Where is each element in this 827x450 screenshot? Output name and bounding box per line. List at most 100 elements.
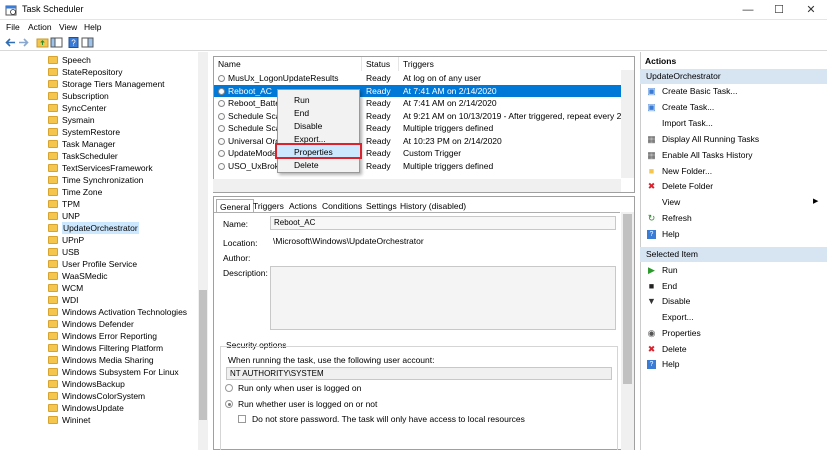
task-clock-icon [218,112,225,120]
action-label: Import Task... [662,117,713,128]
tree-item-label: TPM [62,199,80,209]
action-label: Enable All Tasks History [662,149,753,160]
context-menu-run[interactable]: Run [294,95,310,105]
folder-icon [48,320,58,328]
folder-icon [48,212,58,220]
folder-icon [48,404,58,412]
actions-section-selected-item[interactable]: Selected Item [640,247,827,262]
create-basic-task-icon: ▣ [647,86,656,96]
context-menu-export[interactable]: Export... [294,134,326,144]
column-header-name[interactable]: Name [214,57,362,71]
tree-item-label: USB [62,247,80,257]
help-book-icon[interactable]: ? [67,36,80,49]
task-clock-icon [218,162,225,170]
tree-item-label: Sysmain [62,115,95,125]
table-row[interactable]: Reboot_Batte Ready At 7:41 AM on 2/14/2020 [214,97,622,110]
tree-item-label: User Profile Service [62,259,138,269]
disable-icon: ▼ [647,296,656,307]
tab-actions[interactable]: Actions [286,199,320,213]
do-not-store-password-checkbox[interactable] [238,415,246,423]
details-scrollbar-thumb[interactable] [623,214,632,384]
tab-triggers[interactable]: Triggers [250,199,287,213]
up-folder-icon[interactable] [36,36,49,49]
tree-scrollbar-thumb[interactable] [199,290,207,420]
view-icon [647,198,656,207]
action-label: View [662,197,681,208]
task-status: Ready [366,160,391,171]
folder-icon [48,56,58,64]
tab-conditions[interactable]: Conditions [319,199,365,213]
folder-icon [48,200,58,208]
task-status: Ready [366,85,391,96]
folder-icon [48,224,58,232]
account-field: NT AUTHORITY\SYSTEM [226,367,612,380]
column-header-status[interactable]: Status [362,57,399,71]
tree-item-label: Time Zone [62,187,103,197]
import-icon [647,119,656,128]
folder-icon [48,248,58,256]
table-row[interactable]: MusUx_LogonUpdateResults Ready At log on o… [214,72,622,85]
tree-item-label: Windows Subsystem For Linux [62,367,179,377]
folder-icon [48,416,58,424]
menu-file[interactable]: File [6,22,20,32]
tree-item-label: Windows Filtering Platform [62,343,164,353]
window-title: Task Scheduler [22,4,84,14]
context-menu-disable[interactable]: Disable [294,121,322,131]
maximize-icon[interactable]: ☐ [764,0,794,20]
tree-item-label: StateRepository [62,67,123,77]
run-when-logged-on-radio[interactable] [225,384,233,392]
location-value: \Microsoft\Windows\UpdateOrchestrator [273,236,424,246]
back-arrow-icon[interactable] [4,36,17,49]
tree-item-label: SyncCenter [62,103,107,113]
folder-icon [48,260,58,268]
context-menu-delete[interactable]: Delete [294,160,319,170]
context-menu-properties[interactable]: Properties [294,147,333,157]
tree-item-label: WaaSMedic [62,271,108,281]
table-row[interactable]: Schedule Sca Ready At 9:21 AM on 10/13/201… [214,110,622,123]
action-label: End [662,280,678,291]
forward-arrow-icon[interactable] [17,36,30,49]
show-action-pane-icon[interactable] [81,36,94,49]
table-row[interactable]: USO_UxBroke Ready Multiple triggers define… [214,160,622,173]
menu-action[interactable]: Action [28,22,52,32]
action-label: Run [662,265,678,275]
menu-view[interactable]: View [59,22,77,32]
show-hide-console-tree-icon[interactable] [50,36,63,49]
toolbar: ? [0,34,827,51]
task-status: Ready [366,135,391,146]
action-label: New Folder... [662,165,713,176]
folder-icon [48,392,58,400]
actions-section-updateorchestrator[interactable]: UpdateOrchestrator [640,69,827,84]
tree-item-label: UPnP [62,235,85,245]
folder-icon [48,356,58,364]
table-row[interactable]: Schedule Sca Ready Multiple triggers defin… [214,122,622,135]
name-field[interactable]: Reboot_AC [270,216,616,230]
close-icon[interactable]: ✕ [796,0,826,20]
action-label: Properties [662,327,701,338]
folder-icon [48,380,58,388]
table-row[interactable]: Reboot_AC Ready At 7:41 AM on 2/14/2020 [214,84,622,97]
tab-history[interactable]: History (disabled) [397,199,469,213]
run-whether-logged-on-radio[interactable] [225,400,233,408]
action-label: Delete [662,343,687,354]
folder-icon [48,176,58,184]
minimize-icon[interactable]: — [733,0,763,20]
task-list-horizontal-scrollbar[interactable] [213,179,621,192]
description-field[interactable] [270,266,616,330]
context-menu-end[interactable]: End [294,108,309,118]
delete-icon: ✖ [647,181,656,192]
account-prompt: When running the task, use the following… [228,355,435,365]
tab-general[interactable]: General [216,199,255,213]
folder-icon [48,272,58,280]
folder-icon [48,80,58,88]
column-header-triggers[interactable]: Triggers [399,57,622,71]
task-clock-icon [218,125,225,132]
action-label: Delete Folder [662,181,714,192]
tree-item-label: TextServicesFramework [62,163,153,173]
help-icon: ? [647,230,656,240]
tab-settings[interactable]: Settings [363,199,400,213]
task-status: Ready [366,148,391,158]
create-task-icon: ▣ [647,101,656,112]
task-list-vertical-scrollbar[interactable] [621,70,634,178]
menu-help[interactable]: Help [84,22,101,32]
